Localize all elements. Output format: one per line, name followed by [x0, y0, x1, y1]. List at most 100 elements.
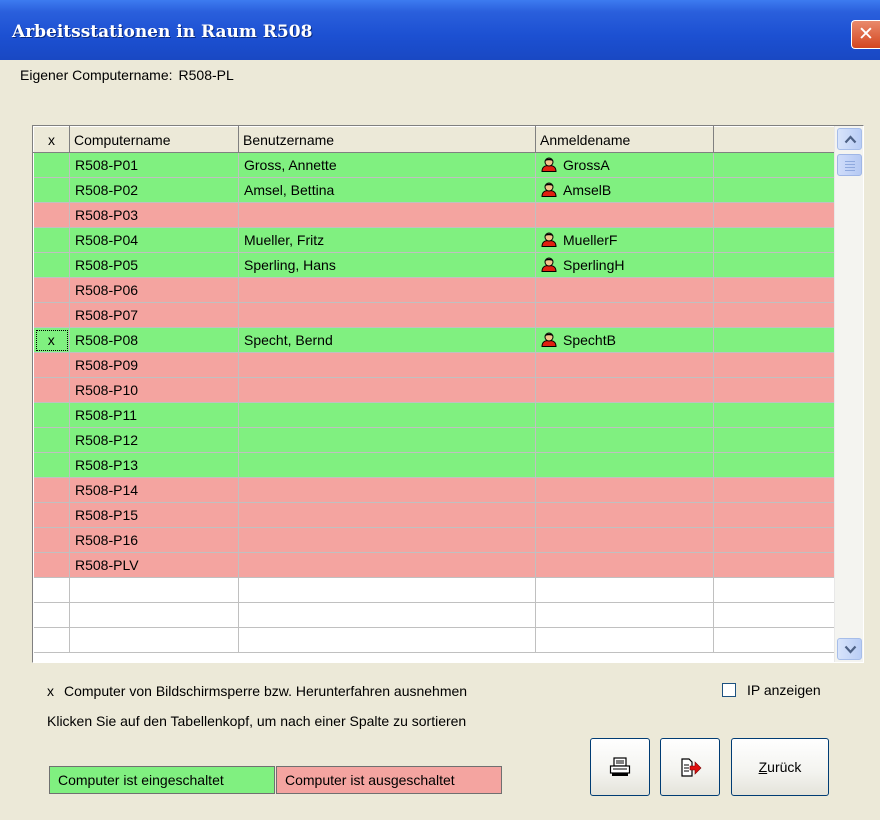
row-computer-name: R508-P11	[69, 402, 239, 428]
row-login-name: AmselB	[563, 182, 612, 198]
row-exclude-cell[interactable]	[33, 152, 70, 178]
row-user-name	[238, 402, 536, 428]
window-title: Arbeitsstationen in Raum R508	[12, 22, 313, 42]
row-login-name: GrossA	[563, 157, 610, 173]
table-row[interactable]: R508-P13	[33, 452, 835, 478]
ip-checkbox[interactable]	[722, 683, 736, 697]
row-exclude-cell[interactable]	[33, 477, 70, 503]
table-row[interactable]: R508-P11	[33, 402, 835, 428]
row-computer-name: R508-P07	[69, 302, 239, 328]
row-user-name	[238, 377, 536, 403]
row-computer-name: R508-P02	[69, 177, 239, 203]
row-exclude-cell[interactable]	[33, 277, 70, 303]
row-extra-cell	[713, 302, 835, 328]
row-extra-cell	[713, 477, 835, 503]
row-login-name-cell	[535, 452, 714, 478]
back-button[interactable]: Zurück	[731, 738, 829, 796]
row-computer-name: R508-P05	[69, 252, 239, 278]
row-exclude-cell[interactable]	[33, 252, 70, 278]
row-login-name: SperlingH	[563, 257, 625, 273]
row-login-name-cell	[535, 377, 714, 403]
table-row[interactable]: R508-P01 Gross, Annette GrossA	[33, 152, 835, 178]
empty-row	[33, 627, 835, 653]
empty-cell	[535, 627, 714, 653]
user-icon	[541, 257, 557, 272]
row-login-name-cell	[535, 352, 714, 378]
row-login-name-cell	[535, 427, 714, 453]
empty-cell	[238, 627, 536, 653]
close-button[interactable]: ✕	[851, 20, 880, 49]
row-login-name-cell	[535, 552, 714, 578]
exit-icon	[681, 758, 702, 777]
row-user-name	[238, 452, 536, 478]
table-row[interactable]: R508-P16	[33, 527, 835, 553]
print-button[interactable]	[590, 738, 650, 796]
row-extra-cell	[713, 377, 835, 403]
own-computer-name: Eigener Computername: R508-PL	[20, 67, 234, 83]
table-row[interactable]: R508-PLV	[33, 552, 835, 578]
column-header-benutzername[interactable]: Benutzername	[238, 126, 536, 153]
table-row[interactable]: R508-P02 Amsel, Bettina AmselB	[33, 177, 835, 203]
row-exclude-cell[interactable]	[33, 227, 70, 253]
user-icon	[541, 332, 557, 347]
row-exclude-cell[interactable]	[33, 427, 70, 453]
row-computer-name: R508-P09	[69, 352, 239, 378]
row-exclude-cell[interactable]	[33, 402, 70, 428]
workstation-table: x Computername Benutzername Anmeldename …	[33, 126, 835, 653]
title-bar[interactable]: Arbeitsstationen in Raum R508 ✕	[0, 0, 880, 60]
row-computer-name: R508-P15	[69, 502, 239, 528]
table-row[interactable]: R508-P14	[33, 477, 835, 503]
own-computer-label: Eigener Computername:	[20, 67, 173, 83]
vertical-scrollbar[interactable]	[834, 126, 863, 662]
row-exclude-cell[interactable]	[33, 502, 70, 528]
row-extra-cell	[713, 202, 835, 228]
empty-cell	[33, 602, 70, 628]
empty-cell	[69, 577, 239, 603]
workstation-grid[interactable]: x Computername Benutzername Anmeldename …	[32, 125, 864, 663]
empty-cell	[713, 577, 835, 603]
row-exclude-cell[interactable]	[33, 452, 70, 478]
table-row[interactable]: R508-P09	[33, 352, 835, 378]
legend-on-swatch: Computer ist eingeschaltet	[49, 766, 275, 794]
row-exclude-cell[interactable]	[33, 352, 70, 378]
empty-cell	[69, 602, 239, 628]
user-icon	[541, 157, 557, 172]
row-computer-name: R508-P14	[69, 477, 239, 503]
row-user-name	[238, 302, 536, 328]
column-header-extra[interactable]	[713, 126, 835, 153]
row-exclude-cell[interactable]	[33, 552, 70, 578]
row-user-name	[238, 202, 536, 228]
row-login-name-cell: MuellerF	[535, 227, 714, 253]
row-exclude-cell[interactable]	[33, 527, 70, 553]
scroll-down-button[interactable]	[837, 638, 862, 660]
column-header-anmeldename[interactable]: Anmeldename	[535, 126, 714, 153]
row-exclude-cell[interactable]	[33, 302, 70, 328]
table-row[interactable]: R508-P04 Mueller, Fritz MuellerF	[33, 227, 835, 253]
row-computer-name: R508-P12	[69, 427, 239, 453]
table-row[interactable]: R508-P15	[33, 502, 835, 528]
table-row[interactable]: R508-P06	[33, 277, 835, 303]
column-header-computername[interactable]: Computername	[69, 126, 239, 153]
table-row[interactable]: R508-P10	[33, 377, 835, 403]
table-row[interactable]: R508-P07	[33, 302, 835, 328]
table-row[interactable]: x R508-P08 Specht, Bernd SpechtB	[33, 327, 835, 353]
row-login-name-cell: AmselB	[535, 177, 714, 203]
row-exclude-cell[interactable]	[33, 177, 70, 203]
row-exclude-cell[interactable]	[33, 377, 70, 403]
ip-checkbox-label[interactable]: IP anzeigen	[747, 682, 821, 698]
row-computer-name: R508-PLV	[69, 552, 239, 578]
table-row[interactable]: R508-P05 Sperling, Hans SperlingH	[33, 252, 835, 278]
scroll-up-button[interactable]	[837, 128, 862, 150]
exit-button[interactable]	[660, 738, 720, 796]
table-row[interactable]: R508-P12	[33, 427, 835, 453]
empty-cell	[238, 577, 536, 603]
row-user-name	[238, 352, 536, 378]
scroll-thumb[interactable]	[837, 154, 862, 176]
column-header-x[interactable]: x	[33, 126, 70, 153]
row-login-name-cell	[535, 402, 714, 428]
row-login-name-cell: GrossA	[535, 152, 714, 178]
empty-row	[33, 602, 835, 628]
row-exclude-cell[interactable]: x	[33, 327, 70, 353]
row-exclude-cell[interactable]	[33, 202, 70, 228]
table-row[interactable]: R508-P03	[33, 202, 835, 228]
